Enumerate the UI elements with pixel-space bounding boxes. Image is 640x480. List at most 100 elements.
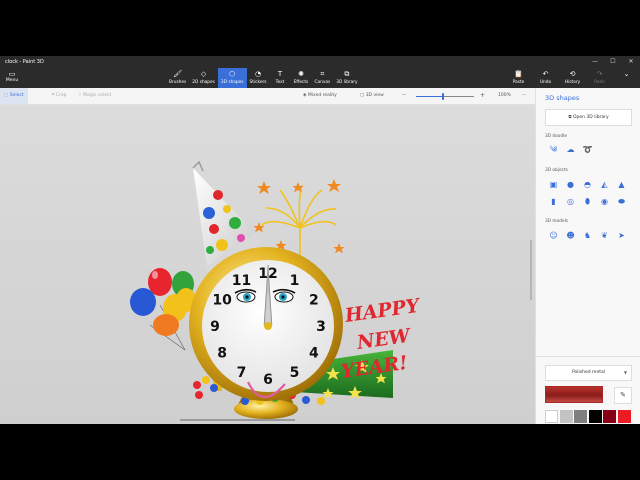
title-bar: clock - Paint 3D — ☐ ✕ — [0, 56, 640, 68]
menu-button[interactable]: ▭ Menu — [3, 70, 21, 86]
3d-view-label: 3D view — [365, 93, 384, 98]
crop-label: Crop — [55, 93, 67, 98]
fish-icon[interactable]: ➤ — [613, 230, 630, 242]
hemisphere-icon[interactable]: ◓ — [579, 179, 596, 191]
expand-ribbon-button[interactable]: ⌄ — [613, 68, 640, 88]
tool-3d-shapes[interactable]: ⬡ 3D shapes — [217, 68, 247, 88]
color-swatch[interactable] — [545, 410, 558, 423]
clock-number: 7 — [237, 365, 247, 381]
brush-icon: 🖌 — [173, 70, 183, 78]
more-options-button[interactable]: ··· — [522, 88, 526, 104]
crop-button[interactable]: ⌗ Crop — [52, 88, 66, 104]
tube-doodle-icon[interactable]: ➰ — [579, 144, 596, 156]
minimize-icon[interactable]: — — [586, 56, 604, 68]
paste-icon: 📋 — [514, 70, 523, 78]
tool-brush[interactable]: 🖌 Brushes — [166, 68, 189, 88]
alarm-clock[interactable]: 121234567891011 — [189, 247, 343, 401]
woman-icon[interactable]: ☻ — [562, 230, 579, 242]
donut-icon[interactable]: ◉ — [596, 196, 613, 208]
clock-number: 9 — [210, 319, 220, 335]
man-icon[interactable]: ☺ — [545, 230, 562, 242]
clock-number: 2 — [309, 293, 319, 309]
3d-view-toggle[interactable]: ▢ 3D view — [360, 88, 384, 104]
tool-label: Paste — [512, 80, 525, 85]
canvas-artwork[interactable]: 121234567891011 — [0, 105, 535, 424]
tool-text[interactable]: T Text — [270, 68, 291, 88]
paint3d-window: clock - Paint 3D — ☐ ✕ ▭ Menu 🖌 Brushes ◇ 2… — [0, 56, 640, 424]
color-swatch[interactable] — [588, 410, 602, 423]
redo-button[interactable]: ↷ Redo — [586, 68, 613, 88]
2d-shapes-icon: ◇ — [200, 70, 207, 78]
clock-number: 3 — [316, 319, 326, 335]
history-button[interactable]: ⟲ History — [559, 68, 586, 88]
balloons[interactable] — [130, 268, 196, 351]
3d-objects-row-1: ▣ ● ◓ ◭ ▲ — [545, 179, 630, 191]
zoom-slider[interactable] — [416, 93, 474, 100]
3d-objects-row-2: ▮ ◎ ⬮ ◉ ⬬ — [545, 196, 630, 208]
color-swatch[interactable] — [559, 410, 573, 423]
tool-label: 3D shapes — [220, 80, 244, 85]
color-swatch[interactable] — [603, 410, 616, 423]
color-swatch[interactable] — [574, 410, 587, 423]
cube-icon[interactable]: ▣ — [545, 179, 562, 191]
vertical-scrollbar[interactable] — [530, 240, 532, 300]
magic-select-button[interactable]: ✧ Magic select — [78, 88, 111, 104]
capsule-icon[interactable]: ⬮ — [579, 196, 596, 208]
cone-icon[interactable]: ◭ — [596, 179, 613, 191]
tool-2d-shapes[interactable]: ◇ 2D shapes — [189, 68, 218, 88]
zoom-out-button[interactable]: — — [402, 88, 407, 104]
mixed-reality-button[interactable]: ◈ Mixed reality — [303, 88, 337, 104]
horizontal-scrollbar[interactable] — [180, 419, 295, 421]
pyramid-icon[interactable]: ▲ — [613, 179, 630, 191]
eyedropper-button[interactable]: ✎ — [614, 387, 632, 404]
chevron-down-icon: ▼ — [623, 370, 627, 375]
close-icon[interactable]: ✕ — [622, 56, 640, 68]
material-value: Polished metal — [572, 370, 605, 375]
undo-button[interactable]: ↶ Undo — [532, 68, 559, 88]
clock-number: 11 — [232, 273, 251, 289]
clock-number: 10 — [212, 293, 232, 309]
magic-select-label: Magic select — [83, 93, 112, 98]
open-3d-library-button[interactable]: ⧉ Open 3D library — [545, 109, 632, 126]
select-button[interactable]: ⬚ Select — [0, 88, 28, 104]
tool-sticker[interactable]: ◔ Stickers — [247, 68, 270, 88]
cat-icon[interactable]: ❦ — [596, 230, 613, 242]
color-swatch[interactable] — [617, 410, 631, 423]
dog-icon[interactable]: ♞ — [579, 230, 596, 242]
canvas-workspace[interactable]: 121234567891011 — [0, 105, 535, 424]
material-dropdown[interactable]: Polished metal ▼ — [545, 365, 632, 381]
pill-icon[interactable]: ⬬ — [613, 196, 630, 208]
fireworks[interactable] — [261, 184, 337, 255]
zoom-in-button[interactable]: + — [480, 88, 485, 104]
history-icon: ⟲ — [569, 70, 576, 78]
window-title: clock - Paint 3D — [5, 59, 44, 65]
redo-icon: ↷ — [596, 70, 603, 78]
text-icon: T — [277, 70, 283, 78]
clock-number: 8 — [217, 346, 227, 362]
sticker-icon: ◔ — [254, 70, 262, 78]
zoom-slider-thumb[interactable] — [442, 93, 445, 100]
selected-color-swatch[interactable] — [545, 386, 603, 403]
greeting-word: NEW — [355, 325, 413, 355]
tool-3d-library[interactable]: ⧉ 3D library — [333, 68, 360, 88]
sharp-doodle-icon[interactable]: ༄ — [545, 144, 562, 156]
tool-label: Redo — [594, 80, 605, 85]
3d-models-label: 3D models — [545, 219, 569, 224]
3d-shapes-icon: ⬡ — [229, 70, 236, 78]
undo-icon: ↶ — [542, 70, 549, 78]
tool-label: 2D shapes — [192, 80, 215, 85]
tube-icon[interactable]: ◎ — [562, 196, 579, 208]
cylinder-icon[interactable]: ▮ — [545, 196, 562, 208]
tool-effects[interactable]: ✺ Effects — [291, 68, 312, 88]
paste-button[interactable]: 📋 Paste — [505, 68, 532, 88]
happy-new-year-text[interactable]: HAPPYNEWYEAR! — [340, 294, 424, 383]
maximize-icon[interactable]: ☐ — [604, 56, 622, 68]
canvas-icon: ⌗ — [320, 70, 325, 78]
clock-number: 1 — [290, 273, 300, 289]
sphere-icon[interactable]: ● — [562, 179, 579, 191]
folder-icon: ▭ — [8, 70, 16, 78]
tool-label: Canvas — [314, 80, 331, 85]
tool-canvas[interactable]: ⌗ Canvas — [312, 68, 334, 88]
tool-label: 3D library — [336, 80, 358, 85]
soft-doodle-icon[interactable]: ☁ — [562, 144, 579, 156]
